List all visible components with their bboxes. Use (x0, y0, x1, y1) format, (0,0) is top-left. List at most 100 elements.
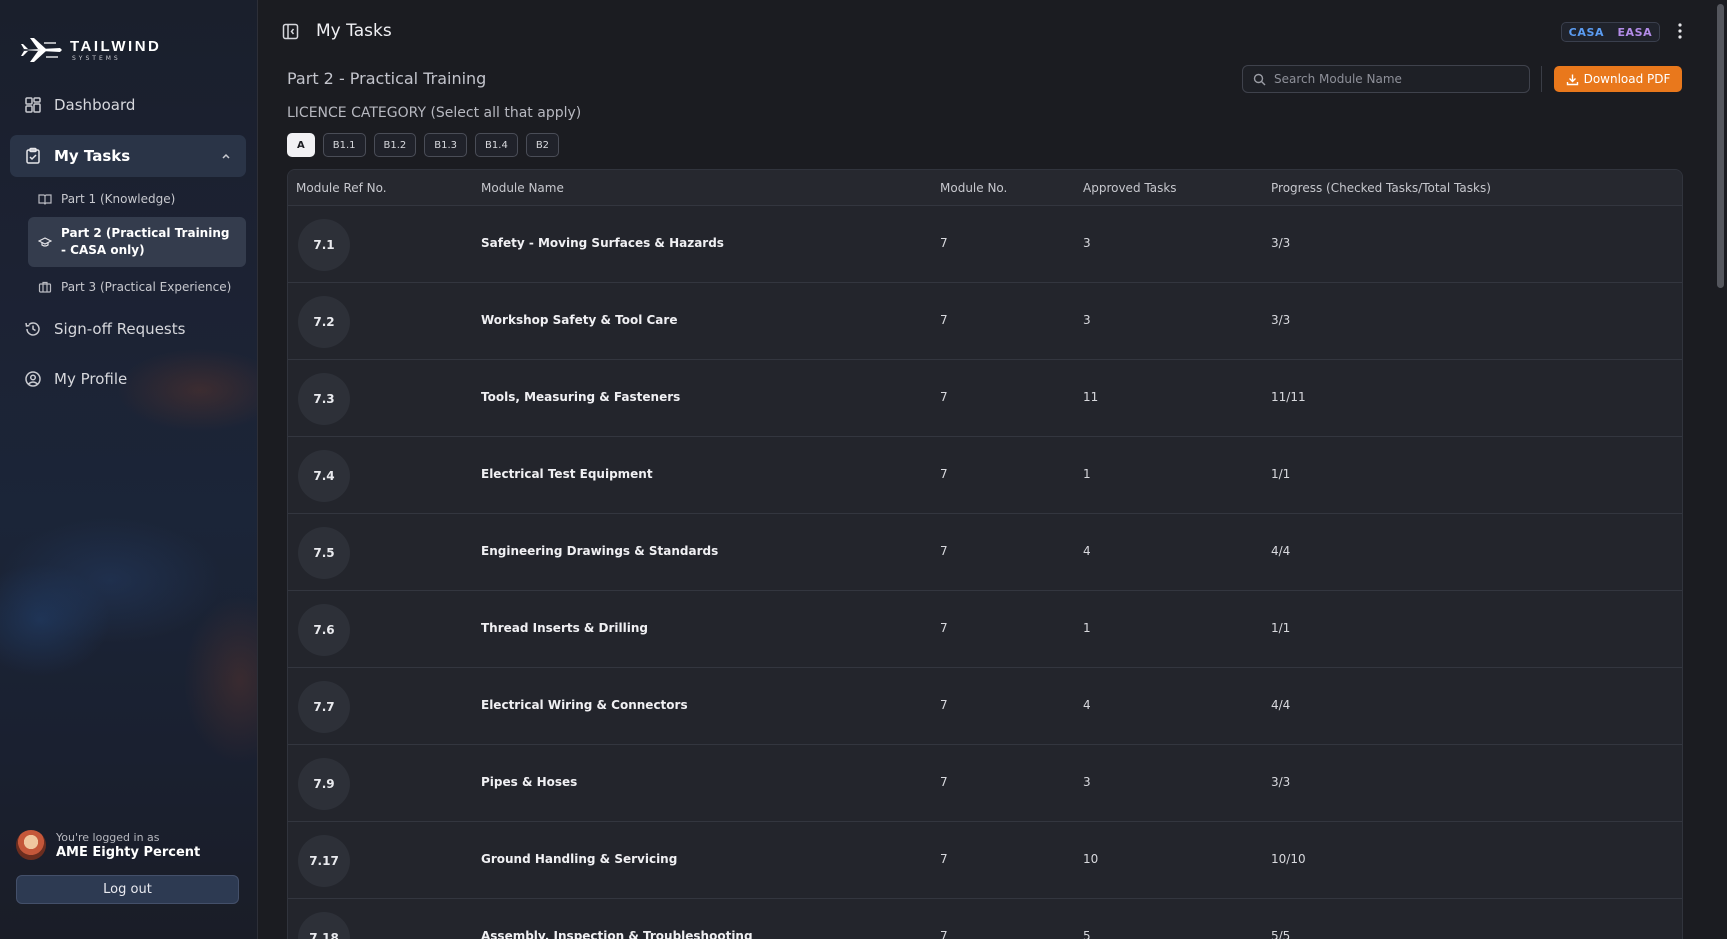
approved-tasks-cell: 4 (1083, 544, 1091, 558)
module-no-cell: 7 (940, 313, 948, 327)
table-row[interactable]: 7.6 Thread Inserts & Drilling 7 1 1/1 (288, 591, 1682, 668)
licence-chip-b1-2[interactable]: B1.2 (373, 133, 417, 157)
sidebar-item-label: Dashboard (54, 96, 136, 114)
user-name: AME Eighty Percent (56, 845, 201, 860)
module-ref-badge: 7.2 (298, 296, 350, 348)
brand-logo[interactable]: TAILWIND SYSTEMS (20, 36, 161, 64)
module-no-cell: 7 (940, 236, 948, 250)
column-header-ref[interactable]: Module Ref No. (296, 181, 387, 195)
history-icon (25, 322, 40, 336)
regulator-casa[interactable]: CASA (1569, 26, 1604, 39)
module-no-cell: 7 (940, 467, 948, 481)
column-header-approved[interactable]: Approved Tasks (1083, 181, 1177, 195)
table-row[interactable]: 7.4 Electrical Test Equipment 7 1 1/1 (288, 437, 1682, 514)
table-row[interactable]: 7.3 Tools, Measuring & Fasteners 7 11 11/11 (288, 360, 1682, 437)
approved-tasks-cell: 4 (1083, 698, 1091, 712)
module-name-cell: Workshop Safety & Tool Care (481, 313, 678, 327)
approved-tasks-cell: 3 (1083, 775, 1091, 789)
column-header-module-no[interactable]: Module No. (940, 181, 1007, 195)
table-body: 7.1 Safety - Moving Surfaces & Hazards 7 3 3… (288, 206, 1682, 939)
module-name-cell: Assembly, Inspection & Troubleshooting (481, 929, 753, 939)
approved-tasks-cell: 3 (1083, 313, 1091, 327)
search-icon (1253, 73, 1266, 85)
sidebar-item-dashboard[interactable]: Dashboard (10, 84, 246, 126)
module-name-cell: Electrical Wiring & Connectors (481, 698, 688, 712)
page-title: My Tasks (316, 21, 392, 41)
module-name-cell: Pipes & Hoses (481, 775, 578, 789)
download-icon (1566, 74, 1578, 85)
progress-cell: 5/5 (1271, 929, 1291, 939)
main-content: My Tasks CASA EASA Part 2 - Practical Tr… (259, 0, 1709, 939)
licence-chip-b1-4[interactable]: B1.4 (475, 133, 518, 157)
module-ref-badge: 7.4 (298, 450, 350, 502)
sidebar-subitem-part2[interactable]: Part 2 (Practical Training - CASA only) (28, 217, 246, 267)
module-name-cell: Thread Inserts & Drilling (481, 621, 649, 635)
table-row[interactable]: 7.17 Ground Handling & Servicing 7 10 10/10 (288, 822, 1682, 899)
avatar (16, 830, 46, 860)
regulator-easa[interactable]: EASA (1617, 26, 1652, 39)
brand-subtitle: SYSTEMS (72, 54, 121, 62)
sidebar-item-my-profile[interactable]: My Profile (10, 358, 246, 400)
book-icon (38, 194, 52, 205)
scrollbar-thumb[interactable] (1717, 4, 1724, 288)
search-input[interactable] (1274, 72, 1514, 86)
module-ref-badge: 7.17 (298, 835, 350, 887)
progress-cell: 10/10 (1271, 852, 1306, 866)
module-ref-badge: 7.9 (298, 758, 350, 810)
sidebar-item-sign-off-requests[interactable]: Sign-off Requests (10, 308, 246, 350)
module-no-cell: 7 (940, 621, 948, 635)
progress-cell: 3/3 (1271, 313, 1291, 327)
table-row[interactable]: 7.9 Pipes & Hoses 7 3 3/3 (288, 745, 1682, 822)
sidebar-subitem-part3[interactable]: Part 3 (Practical Experience) (28, 277, 246, 297)
page-scrollbar[interactable] (1713, 0, 1727, 939)
approved-tasks-cell: 1 (1083, 467, 1091, 481)
chevron-up-icon[interactable] (220, 150, 232, 162)
module-ref-badge: 7.5 (298, 527, 350, 579)
licence-chip-group: A B1.1 B1.2 B1.3 B1.4 B2 (287, 133, 560, 157)
briefcase-icon (38, 281, 52, 293)
logout-button[interactable]: Log out (16, 875, 239, 904)
search-box[interactable] (1242, 65, 1530, 93)
approved-tasks-cell: 3 (1083, 236, 1091, 250)
module-name-cell: Safety - Moving Surfaces & Hazards (481, 236, 724, 250)
more-options-icon[interactable] (1677, 22, 1683, 40)
sidebar-subitem-label: Part 2 (Practical Training - CASA only) (61, 226, 230, 257)
progress-cell: 1/1 (1271, 467, 1291, 481)
approved-tasks-cell: 11 (1083, 390, 1099, 404)
module-no-cell: 7 (940, 544, 948, 558)
download-pdf-button[interactable]: Download PDF (1554, 66, 1682, 92)
table-header: Module Ref No. Module Name Module No. Ap… (288, 170, 1682, 206)
table-row[interactable]: 7.1 Safety - Moving Surfaces & Hazards 7 3 3… (288, 206, 1682, 283)
approved-tasks-cell: 1 (1083, 621, 1091, 635)
licence-chip-b1-1[interactable]: B1.1 (322, 133, 366, 157)
licence-chip-b1-3[interactable]: B1.3 (424, 133, 468, 157)
section-title: Part 2 - Practical Training (287, 69, 487, 88)
module-ref-badge: 7.3 (298, 373, 350, 425)
dashboard-icon (25, 97, 41, 113)
table-row[interactable]: 7.2 Workshop Safety & Tool Care 7 3 3/3 (288, 283, 1682, 360)
module-ref-badge: 7.18 (298, 912, 350, 939)
user-circle-icon (25, 371, 41, 387)
licence-chip-a[interactable]: A (287, 133, 315, 157)
table-row[interactable]: 7.5 Engineering Drawings & Standards 7 4 4/4 (288, 514, 1682, 591)
sidebar-toggle-icon[interactable] (282, 23, 299, 40)
toolbar-divider (1541, 66, 1542, 92)
module-no-cell: 7 (940, 698, 948, 712)
sidebar-item-label: My Profile (54, 370, 128, 388)
column-header-progress[interactable]: Progress (Checked Tasks/Total Tasks) (1271, 181, 1491, 195)
approved-tasks-cell: 10 (1083, 852, 1099, 866)
progress-cell: 4/4 (1271, 544, 1291, 558)
approved-tasks-cell: 5 (1083, 929, 1091, 939)
user-info: You're logged in as AME Eighty Percent (16, 830, 200, 860)
sidebar-subitem-part1[interactable]: Part 1 (Knowledge) (28, 189, 246, 209)
regulator-badge: CASA EASA (1561, 22, 1660, 42)
table-row[interactable]: 7.7 Electrical Wiring & Connectors 7 4 4/4 (288, 668, 1682, 745)
progress-cell: 1/1 (1271, 621, 1291, 635)
sidebar-item-my-tasks[interactable]: My Tasks (10, 135, 246, 177)
table-row[interactable]: 7.18 Assembly, Inspection & Troubleshooti… (288, 899, 1682, 939)
sidebar-item-label: My Tasks (54, 147, 131, 165)
licence-chip-b2[interactable]: B2 (525, 133, 560, 157)
column-header-name[interactable]: Module Name (481, 181, 564, 195)
module-name-cell: Ground Handling & Servicing (481, 852, 678, 866)
module-name-cell: Engineering Drawings & Standards (481, 544, 719, 558)
